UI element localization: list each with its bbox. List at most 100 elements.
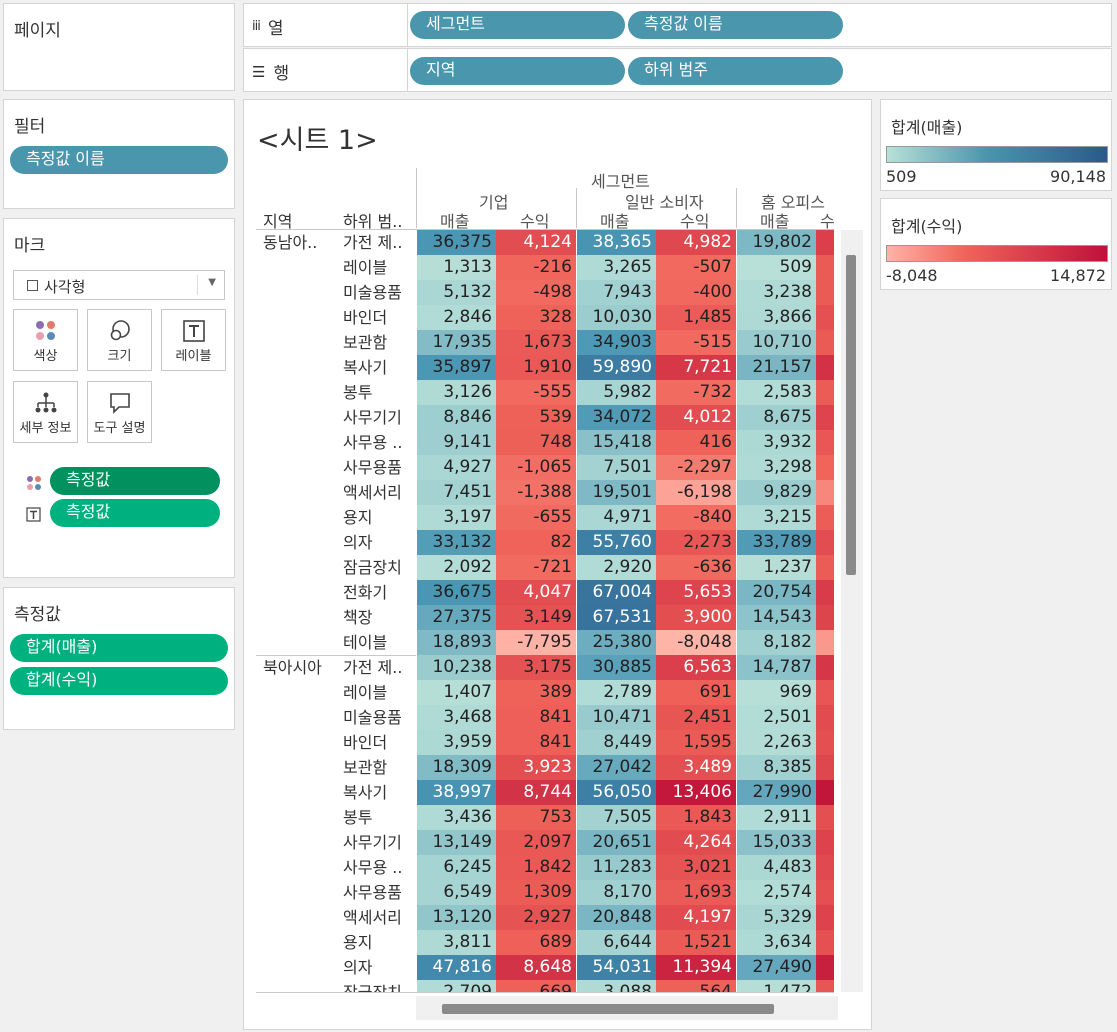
sales-cell[interactable]: 10,471 xyxy=(576,705,656,730)
profit-cell-cut[interactable] xyxy=(816,355,834,380)
profit-cell-cut[interactable] xyxy=(816,730,834,755)
sales-cell[interactable]: 3,215 xyxy=(736,505,816,530)
sales-cell[interactable]: 10,710 xyxy=(736,330,816,355)
profit-cell-cut[interactable] xyxy=(816,430,834,455)
profit-cell[interactable]: 3,923 xyxy=(496,755,576,780)
sales-cell[interactable]: 27,990 xyxy=(736,780,816,805)
column-pill-measure-names[interactable]: 측정값 이름 xyxy=(628,11,843,39)
profit-cell[interactable]: 753 xyxy=(496,805,576,830)
profit-cell[interactable]: 748 xyxy=(496,430,576,455)
profit-cell[interactable]: 1,843 xyxy=(656,805,736,830)
profit-cell[interactable]: -515 xyxy=(656,330,736,355)
profit-cell[interactable]: 539 xyxy=(496,405,576,430)
sales-cell[interactable]: 38,997 xyxy=(416,780,496,805)
sales-cell[interactable]: 15,033 xyxy=(736,830,816,855)
profit-cell[interactable]: 1,910 xyxy=(496,355,576,380)
sales-cell[interactable]: 6,245 xyxy=(416,855,496,880)
profit-cell[interactable]: 841 xyxy=(496,705,576,730)
profit-cell[interactable]: 2,451 xyxy=(656,705,736,730)
sales-cell[interactable]: 509 xyxy=(736,255,816,280)
profit-cell[interactable]: -655 xyxy=(496,505,576,530)
profit-cell[interactable]: -636 xyxy=(656,555,736,580)
sales-cell[interactable]: 3,298 xyxy=(736,455,816,480)
sales-cell[interactable]: 20,848 xyxy=(576,905,656,930)
profit-cell[interactable]: -400 xyxy=(656,280,736,305)
sales-cell[interactable]: 3,238 xyxy=(736,280,816,305)
sales-cell[interactable]: 4,927 xyxy=(416,455,496,480)
profit-cell-cut[interactable] xyxy=(816,580,834,605)
profit-cell[interactable]: -732 xyxy=(656,380,736,405)
measure-values-panel[interactable]: 측정값 합계(매출) 합계(수익) xyxy=(3,587,235,730)
profit-cell[interactable]: 6,563 xyxy=(656,655,736,680)
profit-cell[interactable]: -1,065 xyxy=(496,455,576,480)
profit-cell[interactable]: 4,197 xyxy=(656,905,736,930)
sales-cell[interactable]: 33,789 xyxy=(736,530,816,555)
sales-cell[interactable]: 1,472 xyxy=(736,980,816,992)
sales-cell[interactable]: 55,760 xyxy=(576,530,656,555)
sales-cell[interactable]: 3,265 xyxy=(576,255,656,280)
columns-shelf[interactable]: iii 열 세그먼트 측정값 이름 xyxy=(243,3,1112,47)
sales-cell[interactable]: 47,816 xyxy=(416,955,496,980)
profit-cell[interactable]: 669 xyxy=(496,980,576,992)
profit-cell[interactable]: 4,047 xyxy=(496,580,576,605)
profit-cell-cut[interactable] xyxy=(816,680,834,705)
profit-cell-cut[interactable] xyxy=(816,280,834,305)
sales-cell[interactable]: 13,149 xyxy=(416,830,496,855)
profit-cell[interactable]: 328 xyxy=(496,305,576,330)
sales-cell[interactable]: 8,846 xyxy=(416,405,496,430)
profit-cell[interactable]: 4,982 xyxy=(656,230,736,255)
tooltip-button[interactable]: 도구 설명 xyxy=(87,381,152,443)
profit-cell[interactable]: 5,653 xyxy=(656,580,736,605)
profit-cell-cut[interactable] xyxy=(816,780,834,805)
profit-cell-cut[interactable] xyxy=(816,305,834,330)
profit-cell[interactable]: 2,097 xyxy=(496,830,576,855)
filter-pill-measure-names[interactable]: 측정값 이름 xyxy=(10,146,228,174)
worksheet[interactable]: <시트 1> 세그먼트 기업 일반 소비자 홈 오피스 매출 수익 매출 수익 … xyxy=(243,99,872,1030)
profit-cell[interactable]: 691 xyxy=(656,680,736,705)
vertical-scrollbar[interactable] xyxy=(841,230,863,992)
profit-cell-cut[interactable] xyxy=(816,455,834,480)
profit-cell-cut[interactable] xyxy=(816,855,834,880)
sales-cell[interactable]: 54,031 xyxy=(576,955,656,980)
profit-cell[interactable]: 3,489 xyxy=(656,755,736,780)
profit-cell[interactable]: 1,693 xyxy=(656,880,736,905)
sales-cell[interactable]: 34,903 xyxy=(576,330,656,355)
sales-cell[interactable]: 21,157 xyxy=(736,355,816,380)
sales-cell[interactable]: 30,885 xyxy=(576,655,656,680)
sales-cell[interactable]: 36,675 xyxy=(416,580,496,605)
sales-cell[interactable]: 35,897 xyxy=(416,355,496,380)
profit-cell[interactable]: 82 xyxy=(496,530,576,555)
color-card-pill-measures[interactable]: 측정값 xyxy=(50,467,220,495)
profit-cell-cut[interactable] xyxy=(816,605,834,630)
profit-cell[interactable]: 8,744 xyxy=(496,780,576,805)
sales-cell[interactable]: 15,418 xyxy=(576,430,656,455)
sales-cell[interactable]: 38,365 xyxy=(576,230,656,255)
sales-cell[interactable]: 7,943 xyxy=(576,280,656,305)
profit-cell[interactable]: 3,175 xyxy=(496,655,576,680)
sales-cell[interactable]: 20,651 xyxy=(576,830,656,855)
sales-cell[interactable]: 14,787 xyxy=(736,655,816,680)
sales-cell[interactable]: 20,754 xyxy=(736,580,816,605)
vertical-scrollbar-thumb[interactable] xyxy=(846,255,856,575)
profit-cell-cut[interactable] xyxy=(816,530,834,555)
profit-cell[interactable]: -6,198 xyxy=(656,480,736,505)
sales-cell[interactable]: 8,385 xyxy=(736,755,816,780)
sales-cell[interactable]: 27,375 xyxy=(416,605,496,630)
profit-cell[interactable]: 689 xyxy=(496,930,576,955)
profit-cell[interactable]: -555 xyxy=(496,380,576,405)
profit-cell[interactable]: 3,149 xyxy=(496,605,576,630)
sales-cell[interactable]: 4,483 xyxy=(736,855,816,880)
filters-panel[interactable]: 필터 측정값 이름 xyxy=(3,99,235,209)
profit-cell-cut[interactable] xyxy=(816,905,834,930)
sales-cell[interactable]: 2,789 xyxy=(576,680,656,705)
mark-type-dropdown[interactable]: 사각형 ▼ xyxy=(13,270,225,300)
profit-cell[interactable]: 4,012 xyxy=(656,405,736,430)
sales-cell[interactable]: 2,846 xyxy=(416,305,496,330)
profit-cell[interactable]: -498 xyxy=(496,280,576,305)
profit-cell[interactable]: 416 xyxy=(656,430,736,455)
sales-cell[interactable]: 969 xyxy=(736,680,816,705)
horizontal-scrollbar-thumb[interactable] xyxy=(442,1004,774,1014)
column-pill-segment[interactable]: 세그먼트 xyxy=(410,11,625,39)
sales-cell[interactable]: 25,380 xyxy=(576,630,656,655)
sales-cell[interactable]: 3,197 xyxy=(416,505,496,530)
